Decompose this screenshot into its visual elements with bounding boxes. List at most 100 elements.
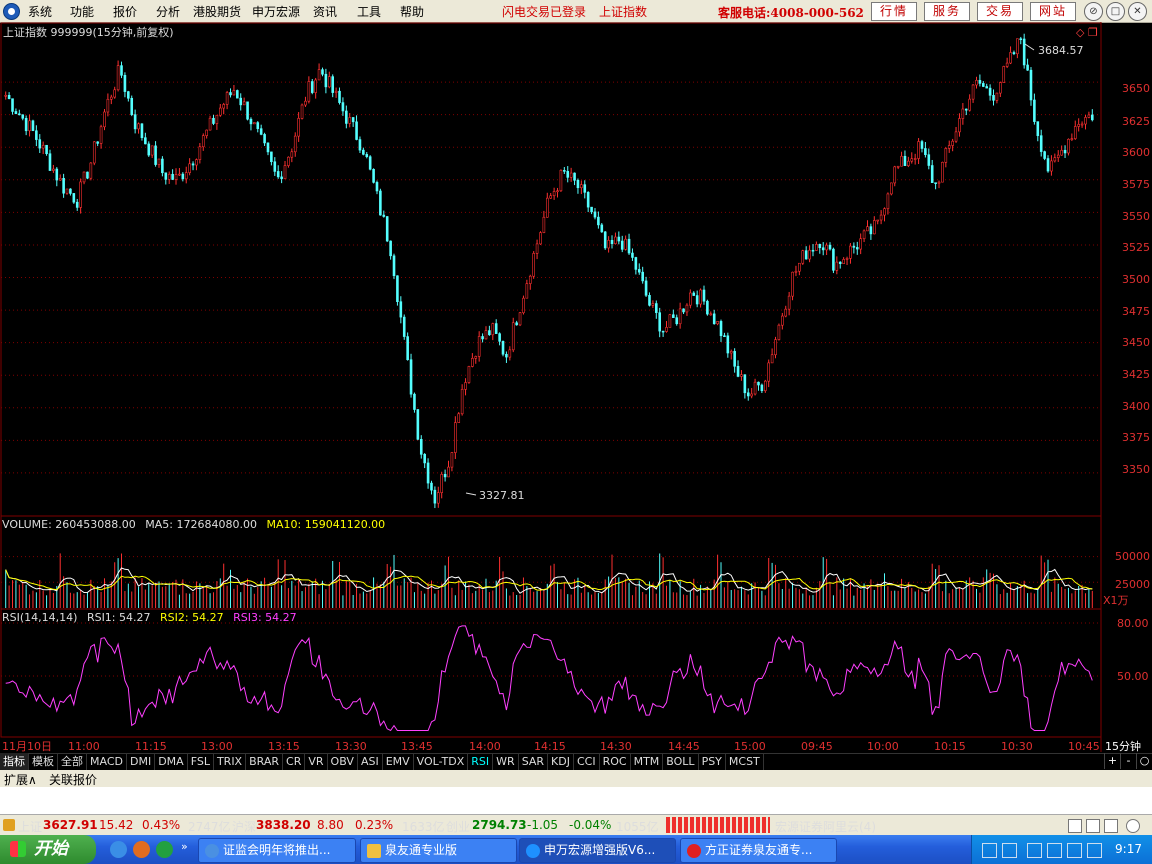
signal-icon[interactable] xyxy=(1086,819,1100,833)
remove-panel-button[interactable]: - xyxy=(1120,753,1136,769)
candle-body xyxy=(270,151,273,163)
expand-button[interactable]: 扩展∧ xyxy=(4,771,37,788)
service-button[interactable]: 服务 xyxy=(924,2,970,21)
task-quanyoutong[interactable]: 泉友通专业版 xyxy=(360,838,517,863)
tab-fsl[interactable]: FSL xyxy=(188,753,214,770)
task-founder-label: 方正证券泉友通专... xyxy=(705,843,813,857)
tab-roc[interactable]: ROC xyxy=(600,753,631,770)
browser-icon[interactable] xyxy=(133,841,150,858)
minimize-button[interactable]: ⊘ xyxy=(1084,2,1103,21)
website-button[interactable]: 网站 xyxy=(1030,2,1076,21)
candle-body xyxy=(338,90,341,103)
task-shenwan[interactable]: 申万宏源增强版V6... xyxy=(519,838,676,863)
candle-body xyxy=(862,230,866,240)
settings-icon[interactable] xyxy=(1126,819,1140,833)
menu-function[interactable]: 功能 xyxy=(70,3,94,20)
time-label: 10:15 xyxy=(934,740,966,752)
tab-obv[interactable]: OBV xyxy=(328,753,358,770)
candle-body xyxy=(38,139,42,149)
tab-cci[interactable]: CCI xyxy=(574,753,600,770)
tab-template[interactable]: 模板 xyxy=(29,753,58,770)
maximize-button[interactable]: □ xyxy=(1106,2,1125,21)
ticker-alert-icon[interactable] xyxy=(3,819,15,831)
tab-vr[interactable]: VR xyxy=(305,753,328,770)
sh-index-change: 15.42 xyxy=(99,818,134,832)
menu-shenwan[interactable]: 申万宏源 xyxy=(252,3,300,20)
trade-button[interactable]: 交易 xyxy=(977,2,1023,21)
panel-option-button[interactable]: ○ xyxy=(1136,753,1152,769)
menu-hk-futures[interactable]: 港股期货 xyxy=(193,3,241,20)
candle-body xyxy=(539,232,542,245)
tab-asi[interactable]: ASI xyxy=(358,753,383,770)
candle-body xyxy=(184,172,188,180)
candle-body xyxy=(985,86,989,89)
tab-all[interactable]: 全部 xyxy=(58,753,87,770)
tab-boll[interactable]: BOLL xyxy=(663,753,699,770)
menu-system[interactable]: 系统 xyxy=(28,3,52,20)
tray-shield-icon[interactable] xyxy=(1087,843,1102,858)
task-news[interactable]: 证监会明年将推出... xyxy=(198,838,356,863)
more-quicklaunch-icon[interactable]: » xyxy=(181,840,188,853)
task-founder[interactable]: 方正证券泉友通专... xyxy=(680,838,837,863)
broker-server-label[interactable]: 宏源证券阿里云(4) xyxy=(775,818,876,835)
tab-dmi[interactable]: DMI xyxy=(127,753,156,770)
start-label: 开始 xyxy=(34,839,68,859)
notes-icon[interactable] xyxy=(1068,819,1082,833)
menu-analysis[interactable]: 分析 xyxy=(156,3,180,20)
volume-unit: X1万 xyxy=(1103,594,1129,607)
market-button[interactable]: 行情 xyxy=(871,2,917,21)
add-panel-button[interactable]: + xyxy=(1104,753,1120,769)
candle-body xyxy=(457,413,461,423)
tab-trix[interactable]: TRIX xyxy=(214,753,247,770)
candle-body xyxy=(385,216,389,242)
tab-indicator[interactable]: 指标 xyxy=(0,753,29,770)
hs-index-label[interactable]: 沪深 xyxy=(232,818,256,835)
close-button[interactable]: ✕ xyxy=(1128,2,1147,21)
tab-vol-tdx[interactable]: VOL-TDX xyxy=(414,753,469,770)
candle-body xyxy=(382,214,386,217)
candle-body xyxy=(443,474,447,478)
sh-index-label[interactable]: 上证 xyxy=(18,818,42,835)
tab-kdj[interactable]: KDJ xyxy=(548,753,574,770)
candle-body xyxy=(872,220,876,235)
tab-dma[interactable]: DMA xyxy=(155,753,188,770)
tray-network-icon[interactable] xyxy=(1027,843,1042,858)
tray-sound-icon[interactable] xyxy=(1047,843,1062,858)
diamond-icon[interactable]: ◇ xyxy=(1076,26,1085,39)
tab-sar[interactable]: SAR xyxy=(519,753,549,770)
ie-icon[interactable] xyxy=(110,841,127,858)
tab-macd[interactable]: MACD xyxy=(87,753,127,770)
price-tick: 3575 xyxy=(1122,178,1150,191)
candle-body xyxy=(808,249,811,260)
tray-security-icon[interactable] xyxy=(1067,843,1082,858)
tab-cr[interactable]: CR xyxy=(283,753,306,770)
tab-mtm[interactable]: MTM xyxy=(631,753,664,770)
candle-body xyxy=(573,172,576,181)
tray-keyboard-icon[interactable] xyxy=(982,843,997,858)
menu-help[interactable]: 帮助 xyxy=(400,3,424,20)
candle-body xyxy=(1009,52,1012,64)
candle-body xyxy=(709,313,713,316)
start-button[interactable]: 开始 xyxy=(0,835,96,864)
menu-info[interactable]: 资讯 xyxy=(313,3,337,20)
calculator-icon[interactable] xyxy=(1104,819,1118,833)
period-label[interactable]: 15分钟 xyxy=(1105,739,1141,753)
tab-emv[interactable]: EMV xyxy=(383,753,414,770)
restore-panel-icon[interactable]: ❐ xyxy=(1088,26,1098,39)
tab-rsi[interactable]: RSI xyxy=(468,753,494,770)
tab-brar[interactable]: BRAR xyxy=(246,753,284,770)
tab-mcst[interactable]: MCST xyxy=(726,753,764,770)
cy-index-label[interactable]: 创业 xyxy=(446,818,470,835)
menu-quote[interactable]: 报价 xyxy=(113,3,137,20)
tab-wr[interactable]: WR xyxy=(493,753,519,770)
candle-body xyxy=(767,362,771,382)
menu-tools[interactable]: 工具 xyxy=(357,3,381,20)
candle-body xyxy=(28,120,31,132)
candle-body xyxy=(1080,123,1084,126)
qq-browser-icon[interactable] xyxy=(156,841,173,858)
kline-chart[interactable]: 3650 3625 3600 3575 3550 3525 3500 3475 … xyxy=(0,22,1152,753)
kline-chart-area[interactable]: 3650 3625 3600 3575 3550 3525 3500 3475 … xyxy=(0,22,1152,753)
tray-help-icon[interactable] xyxy=(1002,843,1017,858)
tab-psy[interactable]: PSY xyxy=(699,753,726,770)
related-quote-tab[interactable]: 关联报价 xyxy=(49,771,97,788)
